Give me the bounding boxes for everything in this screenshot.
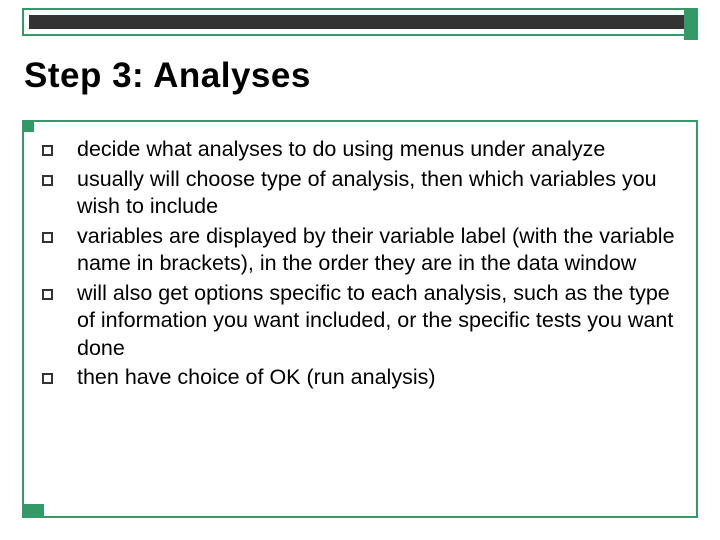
square-bullet-icon (42, 145, 53, 156)
bullet-list: decide what analyses to do using menus u… (42, 136, 678, 502)
bullet-text: then have choice of OK (run analysis) (77, 364, 678, 392)
square-bullet-icon (42, 175, 53, 186)
bullet-text: variables are displayed by their variabl… (77, 223, 678, 278)
list-item: usually will choose type of analysis, th… (42, 166, 678, 221)
square-bullet-icon (42, 232, 53, 243)
slide: Step 3: Analyses decide what analyses to… (0, 0, 720, 540)
list-item: decide what analyses to do using menus u… (42, 136, 678, 164)
frame-accent-bottom-left (22, 504, 44, 518)
bullet-text: decide what analyses to do using menus u… (77, 136, 678, 164)
frame-accent-top-left (22, 120, 34, 132)
list-item: variables are displayed by their variabl… (42, 223, 678, 278)
top-bar-fill (29, 15, 691, 29)
list-item: then have choice of OK (run analysis) (42, 364, 678, 392)
slide-title: Step 3: Analyses (24, 56, 311, 96)
list-item: will also get options specific to each a… (42, 280, 678, 363)
bullet-text: will also get options specific to each a… (77, 280, 678, 363)
bullet-text: usually will choose type of analysis, th… (77, 166, 678, 221)
square-bullet-icon (42, 289, 53, 300)
square-bullet-icon (42, 373, 53, 384)
top-bar-accent (684, 8, 698, 40)
content-frame: decide what analyses to do using menus u… (22, 120, 698, 518)
top-decorative-bar (22, 8, 698, 36)
